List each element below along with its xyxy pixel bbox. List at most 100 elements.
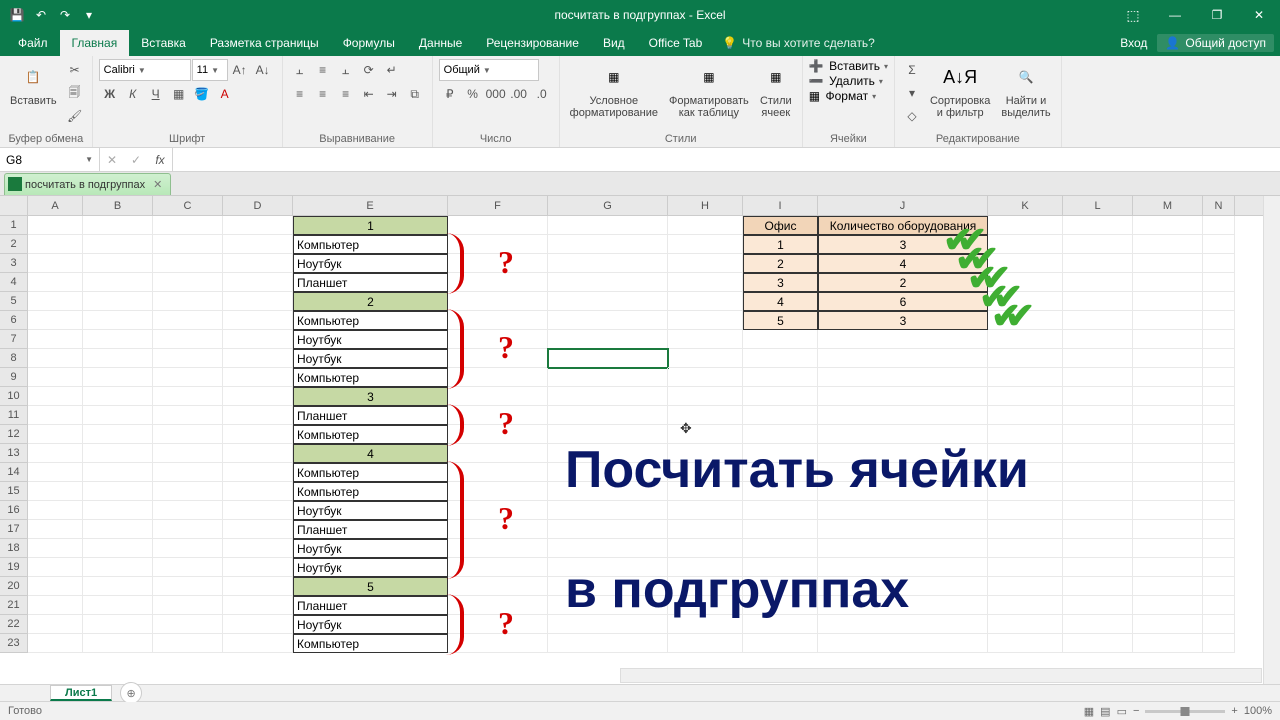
row-header[interactable]: 21 <box>0 596 28 615</box>
cell[interactable] <box>1063 577 1133 596</box>
row-header[interactable]: 22 <box>0 615 28 634</box>
cell[interactable] <box>223 273 293 292</box>
cell[interactable]: Планшет <box>293 273 448 292</box>
cell[interactable] <box>28 577 83 596</box>
cell[interactable]: Компьютер <box>293 634 448 653</box>
cell[interactable]: Ноутбук <box>293 330 448 349</box>
cell[interactable] <box>668 406 743 425</box>
cell[interactable] <box>1063 254 1133 273</box>
cell[interactable] <box>448 501 548 520</box>
cell[interactable] <box>223 444 293 463</box>
cell[interactable] <box>448 444 548 463</box>
cell[interactable] <box>668 615 743 634</box>
cell[interactable] <box>1063 425 1133 444</box>
sheet-tab[interactable]: Лист1 <box>50 685 112 701</box>
cell[interactable] <box>1063 368 1133 387</box>
number-format-select[interactable]: Общий▼ <box>439 59 539 81</box>
cell[interactable]: Ноутбук <box>293 539 448 558</box>
cell[interactable] <box>448 425 548 444</box>
delete-cells-button[interactable]: ➖ Удалить▾ <box>809 74 883 88</box>
decrease-decimal-icon[interactable]: .0 <box>531 83 553 105</box>
autosum-icon[interactable]: Σ <box>901 59 923 81</box>
tab-view[interactable]: Вид <box>591 30 637 56</box>
cell[interactable] <box>448 558 548 577</box>
cell[interactable] <box>988 577 1063 596</box>
cell[interactable] <box>668 520 743 539</box>
cell[interactable] <box>223 292 293 311</box>
cell[interactable] <box>83 330 153 349</box>
col-header[interactable]: K <box>988 196 1063 215</box>
col-header[interactable]: B <box>83 196 153 215</box>
row-header[interactable]: 9 <box>0 368 28 387</box>
cell[interactable] <box>153 349 223 368</box>
cell[interactable] <box>153 596 223 615</box>
view-normal-icon[interactable]: ▦ <box>1084 705 1094 718</box>
formula-input[interactable] <box>173 148 1280 171</box>
row-header[interactable]: 18 <box>0 539 28 558</box>
cell[interactable] <box>743 615 818 634</box>
cell[interactable] <box>1133 368 1203 387</box>
cell[interactable] <box>988 387 1063 406</box>
cell[interactable] <box>988 368 1063 387</box>
cell[interactable] <box>153 634 223 653</box>
cell[interactable]: 3 <box>818 311 988 330</box>
cell[interactable] <box>223 520 293 539</box>
cell[interactable] <box>448 463 548 482</box>
cell[interactable] <box>28 349 83 368</box>
cancel-formula-icon[interactable]: ✕ <box>100 153 124 167</box>
cell[interactable] <box>668 539 743 558</box>
align-bottom-icon[interactable]: ⫠ <box>335 59 357 81</box>
cell[interactable] <box>818 520 988 539</box>
zoom-value[interactable]: 100% <box>1244 705 1272 717</box>
cell[interactable] <box>28 634 83 653</box>
row-header[interactable]: 14 <box>0 463 28 482</box>
copy-icon[interactable]: 🗐 <box>64 82 86 104</box>
cell[interactable] <box>223 558 293 577</box>
add-sheet-button[interactable]: ⊕ <box>120 682 142 704</box>
cell[interactable] <box>548 520 668 539</box>
doc-tab-close-icon[interactable]: ✕ <box>153 178 162 191</box>
cell[interactable] <box>1203 425 1235 444</box>
fill-color-icon[interactable]: 🪣 <box>191 83 213 105</box>
row-header[interactable]: 2 <box>0 235 28 254</box>
cell[interactable] <box>153 444 223 463</box>
cell-styles-button[interactable]: ▦ Стили ячеек <box>756 59 796 121</box>
cell[interactable] <box>1133 539 1203 558</box>
cell[interactable]: 4 <box>743 292 818 311</box>
increase-decimal-icon[interactable]: .00 <box>508 83 530 105</box>
tab-formulas[interactable]: Формулы <box>331 30 407 56</box>
minimize-icon[interactable]: — <box>1154 0 1196 30</box>
row-header[interactable]: 8 <box>0 349 28 368</box>
font-family-select[interactable]: Calibri▼ <box>99 59 191 81</box>
cell[interactable] <box>988 615 1063 634</box>
format-painter-icon[interactable]: 🖌 <box>64 105 86 127</box>
col-header[interactable]: C <box>153 196 223 215</box>
cell[interactable]: 3 <box>293 387 448 406</box>
clear-icon[interactable]: ◇ <box>901 105 923 127</box>
cell[interactable] <box>818 501 988 520</box>
cell[interactable] <box>153 539 223 558</box>
cell[interactable] <box>28 463 83 482</box>
cell[interactable] <box>1203 463 1235 482</box>
cell[interactable] <box>223 387 293 406</box>
cell[interactable] <box>1063 292 1133 311</box>
cell[interactable] <box>223 425 293 444</box>
col-header[interactable]: D <box>223 196 293 215</box>
row-header[interactable]: 5 <box>0 292 28 311</box>
cell[interactable] <box>1203 273 1235 292</box>
cell[interactable] <box>83 349 153 368</box>
cell[interactable] <box>548 634 668 653</box>
cell[interactable] <box>448 349 548 368</box>
align-middle-icon[interactable]: ≡ <box>312 59 334 81</box>
save-icon[interactable]: 💾 <box>6 4 28 26</box>
row-header[interactable]: 6 <box>0 311 28 330</box>
cell[interactable] <box>448 216 548 235</box>
cell[interactable] <box>743 634 818 653</box>
cell[interactable] <box>818 596 988 615</box>
cell[interactable] <box>818 387 988 406</box>
cell[interactable] <box>1133 254 1203 273</box>
cell[interactable] <box>83 235 153 254</box>
cell[interactable] <box>153 558 223 577</box>
tab-review[interactable]: Рецензирование <box>474 30 591 56</box>
cell[interactable] <box>1203 235 1235 254</box>
